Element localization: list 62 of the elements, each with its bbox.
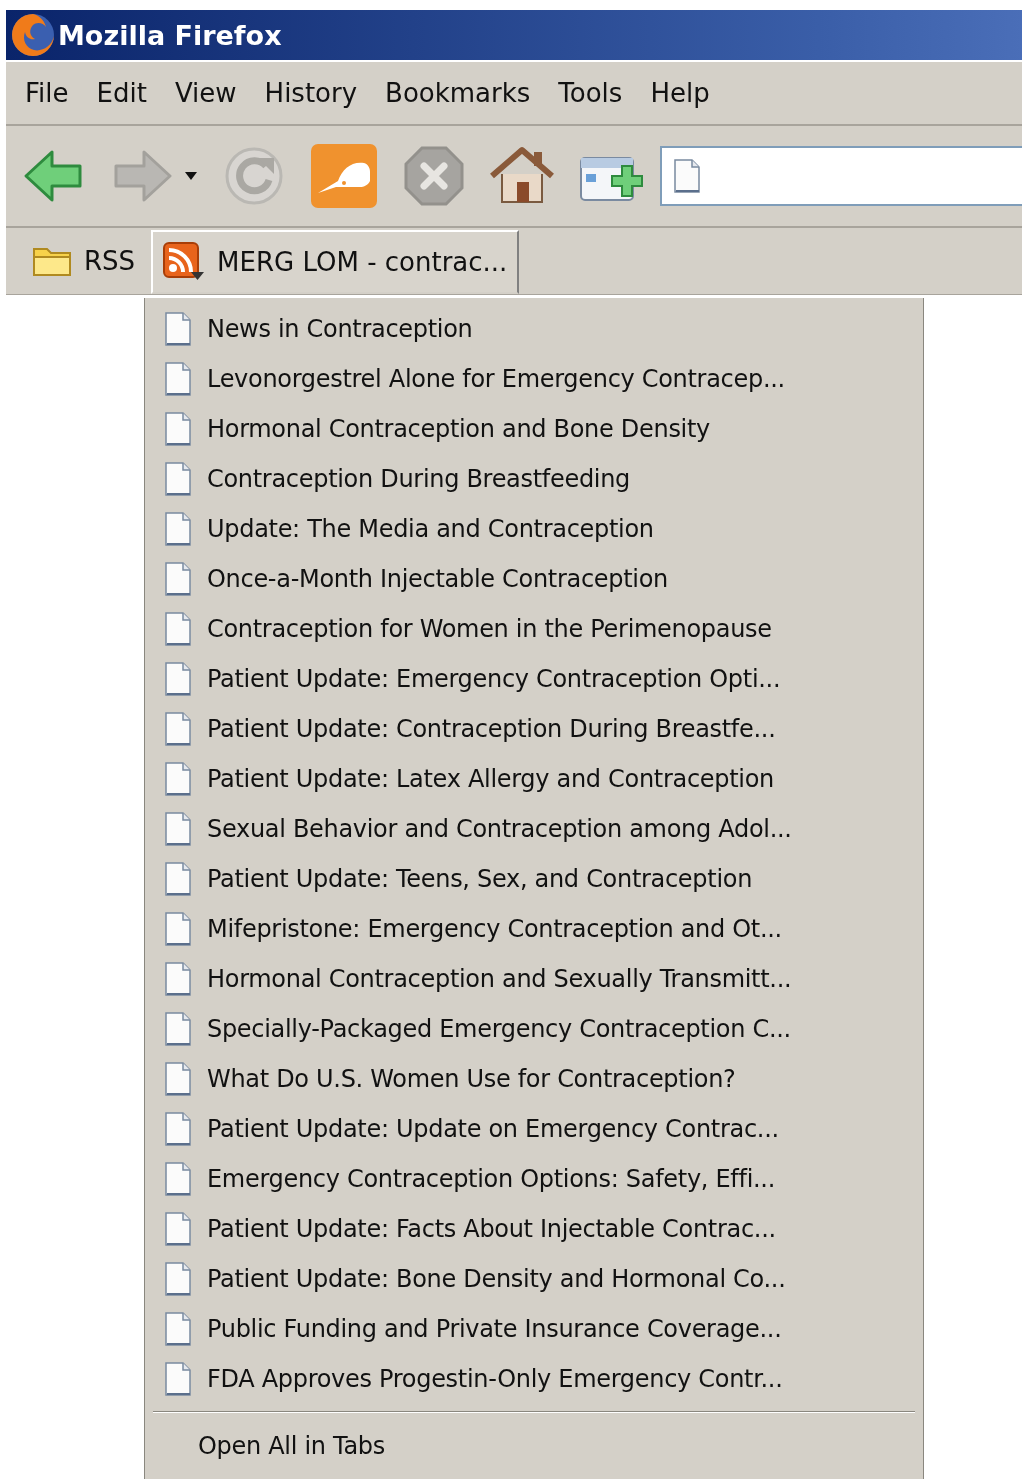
menu-item[interactable]: History — [253, 74, 369, 112]
page-icon — [163, 461, 193, 497]
feed-menu-item[interactable]: Update: The Media and Contraception — [153, 504, 915, 554]
page-icon — [163, 961, 193, 997]
dropdown-caret-icon[interactable] — [184, 171, 198, 181]
menu-item[interactable]: Help — [639, 74, 721, 112]
page-icon — [163, 1161, 193, 1197]
extension-icon[interactable] — [310, 143, 378, 209]
open-all-in-tabs-item[interactable]: Open All in Tabs — [153, 1421, 915, 1471]
feed-menu-item[interactable]: Patient Update: Facts About Injectable Contrac... — [153, 1204, 915, 1254]
feed-menu-item[interactable]: News in Contraception — [153, 304, 915, 354]
window-title: Mozilla Firefox — [58, 19, 282, 51]
feed-menu-item[interactable]: Public Funding and Private Insurance Coverage... — [153, 1304, 915, 1354]
menu-item[interactable]: File — [14, 74, 80, 112]
feed-menu-item[interactable]: Patient Update: Emergency Contraception Opti... — [153, 654, 915, 704]
feed-menu-item[interactable]: Patient Update: Update on Emergency Contrac... — [153, 1104, 915, 1154]
firefox-logo-icon — [10, 12, 56, 58]
menu-item[interactable]: Bookmarks — [374, 74, 542, 112]
feed-menu-item[interactable]: Patient Update: Bone Density and Hormonal Co... — [153, 1254, 915, 1304]
folder-icon — [32, 245, 72, 277]
feed-menu-item[interactable]: Emergency Contraception Options: Safety, Effi... — [153, 1154, 915, 1204]
feed-menu-item[interactable]: What Do U.S. Women Use for Contraception? — [153, 1054, 915, 1104]
page-icon — [163, 411, 193, 447]
page-icon — [163, 661, 193, 697]
page-icon — [163, 511, 193, 547]
page-icon — [163, 861, 193, 897]
address-field[interactable] — [660, 146, 1022, 206]
page-icon — [163, 1311, 193, 1347]
page-icon — [163, 761, 193, 797]
page-icon — [163, 1061, 193, 1097]
feed-menu-item[interactable]: Once-a-Month Injectable Contraception — [153, 554, 915, 604]
page-icon — [163, 811, 193, 847]
page-icon — [163, 1011, 193, 1047]
feed-bookmark[interactable]: MERG LOM - contrac... — [151, 230, 520, 294]
page-icon — [163, 611, 193, 647]
feed-menu-item[interactable]: Specially-Packaged Emergency Contraception C... — [153, 1004, 915, 1054]
feed-menu-item[interactable]: Sexual Behavior and Contraception among Adol... — [153, 804, 915, 854]
page-icon — [163, 911, 193, 947]
feed-icon — [163, 242, 206, 282]
page-icon — [672, 158, 702, 194]
menu-item[interactable]: Tools — [547, 74, 634, 112]
feed-menu-item[interactable]: Hormonal Contraception and Sexually Transmitt... — [153, 954, 915, 1004]
feed-menu-item[interactable]: Hormonal Contraception and Bone Density — [153, 404, 915, 454]
menu-item[interactable]: View — [163, 74, 248, 112]
page-icon — [163, 1211, 193, 1247]
page-icon — [163, 311, 193, 347]
feed-menu-item[interactable]: Contraception for Women in the Perimenopause — [153, 604, 915, 654]
page-icon — [163, 561, 193, 597]
page-icon — [163, 711, 193, 747]
page-icon — [163, 1111, 193, 1147]
feed-menu-item[interactable]: Mifepristone: Emergency Contraception and Ot... — [153, 904, 915, 954]
page-icon — [163, 361, 193, 397]
page-icon — [163, 1261, 193, 1297]
feed-menu-item[interactable]: Levonorgestrel Alone for Emergency Contracep... — [153, 354, 915, 404]
menu-item[interactable]: Edit — [85, 74, 158, 112]
feed-menu-item[interactable]: Patient Update: Latex Allergy and Contraception — [153, 754, 915, 804]
bookmark-folder[interactable]: RSS — [20, 232, 148, 290]
feed-menu-item[interactable]: Patient Update: Teens, Sex, and Contraception — [153, 854, 915, 904]
feed-menu-item[interactable]: Contraception During Breastfeeding — [153, 454, 915, 504]
feed-menu-item[interactable]: Patient Update: Contraception During Breastfe... — [153, 704, 915, 754]
feed-menu-item[interactable]: FDA Approves Progestin-Only Emergency Contr... — [153, 1354, 915, 1404]
page-icon — [163, 1361, 193, 1397]
